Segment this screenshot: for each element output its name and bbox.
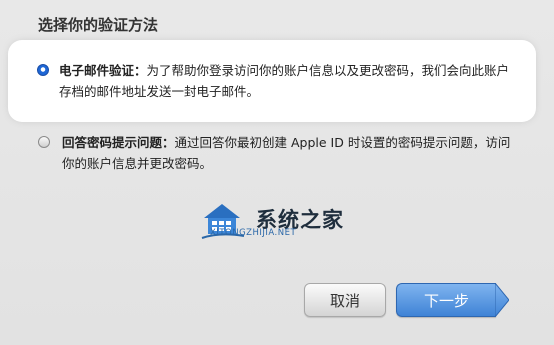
page-title: 选择你的验证方法 — [38, 16, 159, 34]
option-email-radio[interactable] — [37, 64, 49, 76]
next-button[interactable]: 下一步 — [396, 283, 496, 317]
option-question-text[interactable]: 回答密码提示问题：通过回答你最初创建 Apple ID 时设置的密码提示问题，访… — [62, 132, 522, 174]
watermark: 系统之家 XITONGZHIJIA.NET — [200, 198, 390, 248]
arrow-right-icon[interactable] — [495, 283, 509, 317]
option-email-text[interactable]: 电子邮件验证：为了帮助你登录访问你的账户信息以及更改密码，我们会向此账户存档的邮… — [59, 60, 519, 102]
verification-method-page: 选择你的验证方法 电子邮件验证：为了帮助你登录访问你的账户信息以及更改密码，我们… — [0, 0, 554, 345]
option-email-card[interactable]: 电子邮件验证：为了帮助你登录访问你的账户信息以及更改密码，我们会向此账户存档的邮… — [12, 44, 532, 118]
cancel-button[interactable]: 取消 — [304, 283, 386, 317]
option-email-label: 电子邮件验证： — [59, 63, 147, 78]
option-question-label: 回答密码提示问题： — [62, 135, 175, 150]
option-question-radio[interactable] — [38, 136, 50, 148]
watermark-subtitle: XITONGZHIJIA.NET — [210, 228, 297, 238]
